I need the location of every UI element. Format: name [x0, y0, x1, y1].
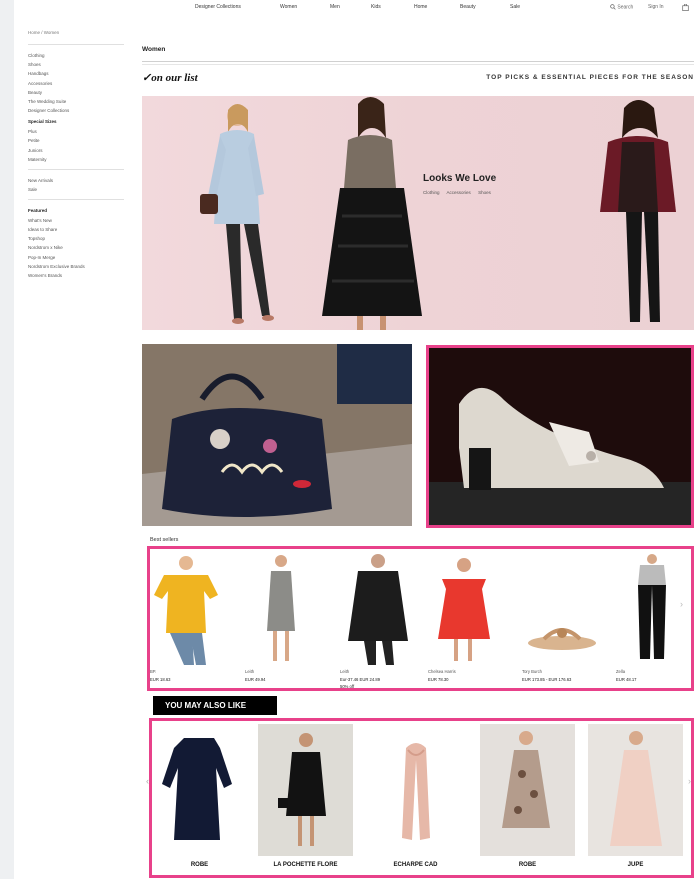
sidebar-item-beauty[interactable]: Beauty: [28, 90, 138, 96]
page-title: Women: [142, 46, 166, 53]
sidebar-divider: [28, 168, 124, 170]
sidebar-item-accessories[interactable]: Accessories: [28, 81, 138, 87]
sidebar-item-maternity[interactable]: Maternity: [28, 157, 138, 163]
hero-link-clothing[interactable]: Clothing: [423, 190, 440, 195]
nav-beauty[interactable]: Beauty: [460, 4, 476, 10]
nav-kids[interactable]: Kids: [371, 4, 381, 10]
highlight-frame-shoe: [426, 345, 694, 528]
sidebar-item-pop-in[interactable]: Pop-In Merge: [28, 255, 138, 261]
sidebar-item-sale[interactable]: Sale: [28, 187, 138, 193]
on-our-list-logo: ✓on our list: [142, 72, 198, 84]
sidebar-item-handbags[interactable]: Handbags: [28, 71, 138, 77]
shopping-bag-icon: [682, 3, 689, 11]
sidebar-item-designer-collections[interactable]: Designer Collections: [28, 108, 138, 114]
best-sellers-heading: Best sellers: [150, 537, 179, 543]
nav-women[interactable]: Women: [280, 4, 297, 10]
hero-link-accessories[interactable]: Accessories: [447, 190, 471, 195]
sidebar-item-clothing[interactable]: Clothing: [28, 53, 138, 59]
title-divider: [142, 61, 694, 62]
hero-title: Looks We Love: [423, 173, 497, 184]
sidebar-item-juniors[interactable]: Juniors: [28, 148, 138, 154]
sidebar-item-shoes[interactable]: Shoes: [28, 62, 138, 68]
sidebar-item-exclusive-brands[interactable]: Nordstrom Exclusive Brands: [28, 264, 138, 270]
handbag-image: [142, 344, 412, 526]
sidebar-heading-special-sizes: Special Sizes: [28, 119, 57, 125]
sidebar-item-new-arrivals[interactable]: New Arrivals: [28, 178, 138, 184]
highlight-frame-best-sellers: [147, 546, 694, 691]
search-icon: [610, 4, 616, 10]
sidebar-item-womens-brands[interactable]: Women's Brands: [28, 273, 138, 279]
sidebar-item-ideas-to-share[interactable]: Ideas to Share: [28, 227, 138, 233]
tagline: TOP PICKS & ESSENTIAL PIECES FOR THE SEA…: [486, 74, 694, 81]
nav-home[interactable]: Home: [414, 4, 427, 10]
highlight-frame-recommendations: [149, 718, 694, 878]
sign-in-link[interactable]: Sign In: [648, 4, 664, 10]
page: Designer Collections Women Men Kids Home…: [14, 0, 700, 879]
hero-links: Clothing Accessories Shoes: [423, 190, 497, 195]
nav-men[interactable]: Men: [330, 4, 340, 10]
sidebar-item-topshop[interactable]: Topshop: [28, 236, 138, 242]
sidebar: Home / Women Clothing Shoes Handbags Acc…: [28, 30, 138, 282]
sidebar-divider: [28, 198, 124, 200]
you-may-also-like-banner: YOU MAY ALSO LIKE: [153, 696, 277, 715]
hero-model-center-image: [322, 97, 422, 330]
search-link[interactable]: Search: [610, 4, 633, 10]
sidebar-divider: [28, 44, 124, 45]
top-nav: Designer Collections Women Men Kids Home…: [14, 0, 700, 20]
sidebar-item-petite[interactable]: Petite: [28, 138, 138, 144]
search-label: Search: [617, 4, 634, 11]
nav-sale[interactable]: Sale: [510, 4, 520, 10]
title-divider: [142, 64, 694, 65]
hero-link-shoes[interactable]: Shoes: [478, 190, 491, 195]
hero-model-right-image: [600, 100, 676, 322]
sidebar-item-plus[interactable]: Plus: [28, 129, 138, 135]
hero-model-left-image: [200, 104, 274, 324]
sidebar-item-whats-new[interactable]: What's New: [28, 218, 138, 224]
shopping-bag-button[interactable]: [682, 3, 689, 13]
sidebar-heading-featured: Featured: [28, 207, 48, 213]
nav-designer-collections[interactable]: Designer Collections: [195, 4, 241, 10]
breadcrumb[interactable]: Home / Women: [28, 30, 138, 35]
handbag-promo-image[interactable]: [142, 344, 412, 526]
sidebar-item-nordstrom-nike[interactable]: Nordstrom x Nike: [28, 245, 138, 251]
hero-banner[interactable]: Looks We Love Clothing Accessories Shoes: [142, 96, 694, 330]
sidebar-item-wedding-suite[interactable]: The Wedding Suite: [28, 99, 138, 105]
